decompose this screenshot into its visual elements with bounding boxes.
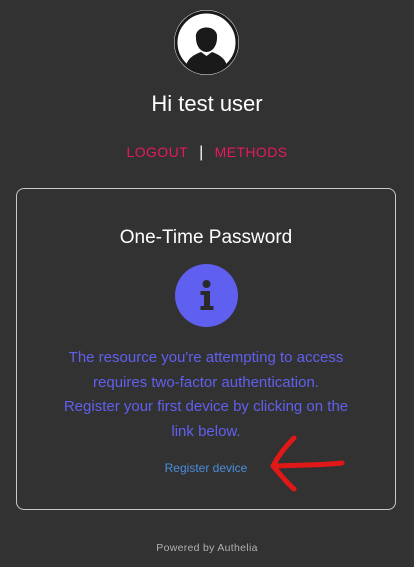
footer-text: Powered by Authelia <box>156 542 258 554</box>
nav-links: LOGOUT | METHODS <box>0 144 414 162</box>
avatar-icon <box>174 10 239 75</box>
logout-link[interactable]: LOGOUT <box>127 144 189 160</box>
greeting-heading: Hi test user <box>151 91 263 116</box>
card-title: One-Time Password <box>119 227 293 248</box>
info-icon <box>175 264 238 327</box>
nav-separator: | <box>199 144 204 161</box>
info-message: The resource you're attempting to access… <box>29 346 383 444</box>
red-arrow-icon <box>270 435 345 492</box>
message-line: requires two-factor authentication. <box>93 373 319 391</box>
message-line: Register your first device by clicking o… <box>63 398 349 415</box>
methods-link[interactable]: METHODS <box>215 144 288 160</box>
message-line: The resource you're attempting to access <box>68 349 344 366</box>
register-device-link-text[interactable]: Register device <box>165 461 248 475</box>
